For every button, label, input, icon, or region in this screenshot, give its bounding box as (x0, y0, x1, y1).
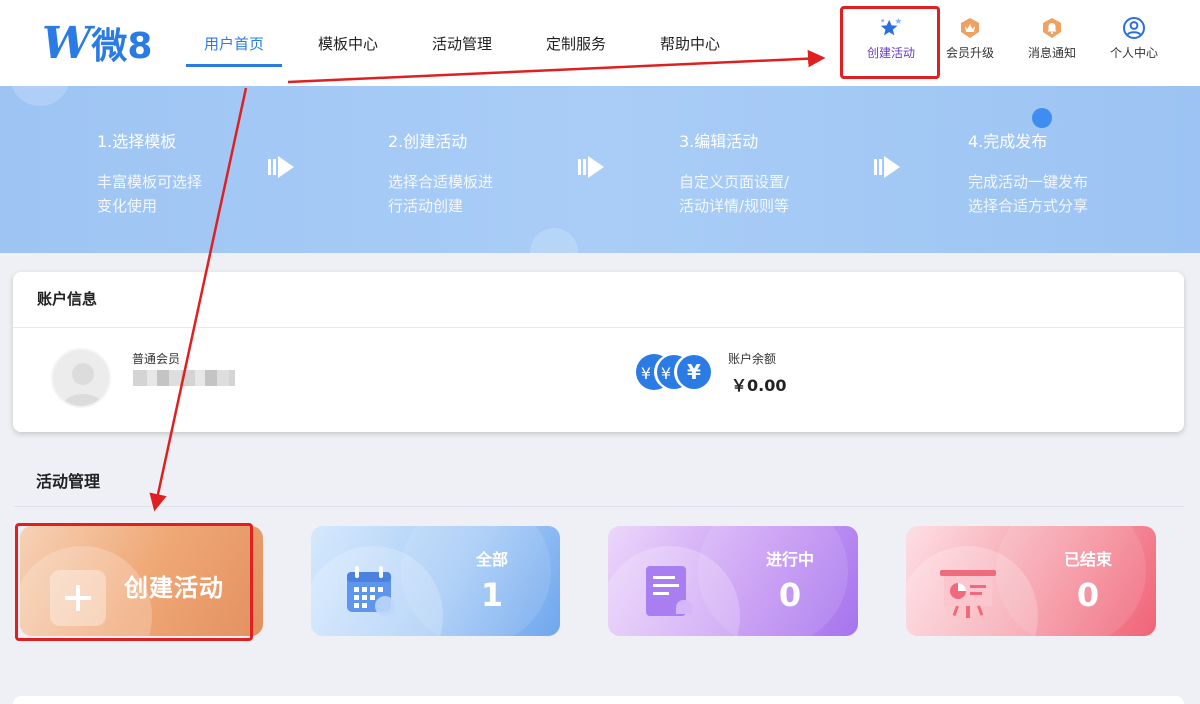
all-activities-tile[interactable]: 全部 1 (311, 526, 560, 636)
logo[interactable]: W 微8 (42, 17, 153, 69)
balance-value: ￥0.00 (731, 376, 787, 395)
create-activity-tile[interactable]: 创建活动 (20, 526, 263, 636)
notification-button[interactable]: 消息通知 (1012, 16, 1092, 72)
nav-item-home[interactable]: 用户首页 (186, 0, 282, 86)
step-desc-line1: 丰富模板可选择 (97, 173, 203, 191)
all-activities-count: 1 (480, 576, 504, 614)
step-desc-line1: 选择合适模板进 (388, 173, 494, 191)
calendar-icon (347, 566, 395, 616)
account-info-card: 账户信息 普通会员 ¥ ¥ ¥ 账户余额 ￥0.00 (13, 272, 1184, 432)
nav-item-help[interactable]: 帮助中心 (640, 0, 740, 86)
step-title: 1.选择模板 (97, 132, 177, 151)
coins-icon: ¥ ¥ ¥ (636, 354, 711, 390)
balance-label: 账户余额 (728, 352, 777, 366)
avatar[interactable] (51, 348, 111, 408)
step-desc-line2: 选择合适方式分享 (968, 197, 1089, 215)
nav-item-activity[interactable]: 活动管理 (412, 0, 512, 86)
running-activities-count: 0 (778, 576, 802, 614)
document-bell-icon (646, 566, 692, 616)
create-activity-button[interactable]: 创建活动 (851, 16, 931, 72)
step-2: 2.创建活动 选择合适模板进 行活动创建 (388, 128, 493, 218)
member-upgrade-button[interactable]: 会员升级 (930, 16, 1010, 72)
step-1: 1.选择模板 丰富模板可选择 变化使用 (97, 128, 202, 218)
step-title: 2.创建活动 (388, 132, 468, 151)
profile-label: 个人中心 (1109, 46, 1158, 60)
user-circle-icon (1122, 16, 1146, 40)
star-icon (879, 16, 903, 40)
step-title: 4.完成发布 (968, 132, 1048, 151)
plus-icon (50, 570, 106, 626)
logo-letter: W (42, 17, 91, 69)
create-activity-tile-label: 创建活动 (124, 574, 224, 602)
coin-symbol: ¥ (641, 364, 651, 383)
coin-symbol: ¥ (661, 364, 671, 383)
coin-symbol: ¥ (687, 360, 701, 384)
step-desc-line2: 行活动创建 (388, 197, 464, 215)
nav-item-templates[interactable]: 模板中心 (288, 0, 408, 86)
step-3: 3.编辑活动 自定义页面设置/ 活动详情/规则等 (679, 128, 789, 218)
ended-activities-count: 0 (1076, 576, 1100, 614)
step-arrow-icon (874, 156, 900, 178)
logo-text: 微8 (91, 26, 153, 67)
main-nav: 用户首页 模板中心 活动管理 定制服务 帮助中心 (186, 0, 740, 86)
step-arrow-icon (268, 156, 294, 178)
step-4: 4.完成发布 完成活动一键发布 选择合适方式分享 (968, 128, 1088, 218)
ended-activities-tile[interactable]: 已结束 0 (906, 526, 1156, 636)
avatar-placeholder-icon (63, 363, 103, 406)
activity-section-title: 活动管理 (36, 472, 101, 491)
bell-badge-icon (1040, 16, 1064, 40)
step-desc-line1: 自定义页面设置/ (679, 173, 790, 191)
presentation-board-icon (940, 570, 996, 618)
member-level-label: 普通会员 (132, 352, 181, 366)
profile-button[interactable]: 个人中心 (1094, 16, 1174, 72)
account-info-title: 账户信息 (37, 290, 98, 308)
ended-activities-label: 已结束 (1063, 550, 1112, 569)
step-desc-line1: 完成活动一键发布 (968, 173, 1089, 191)
divider (13, 506, 1184, 507)
username-redacted (133, 370, 235, 386)
member-upgrade-label: 会员升级 (945, 46, 994, 60)
steps-banner: 1.选择模板 丰富模板可选择 变化使用 2.创建活动 选择合适模板进 行活动创建… (0, 86, 1200, 253)
next-card-edge (13, 696, 1184, 704)
banner-bubble (10, 86, 70, 106)
top-header: W 微8 用户首页 模板中心 活动管理 定制服务 帮助中心 创建活动 会员升级 … (0, 0, 1200, 86)
banner-bubble (530, 228, 578, 253)
step-desc-line2: 变化使用 (97, 197, 158, 215)
running-activities-label: 进行中 (765, 550, 814, 569)
nav-item-custom[interactable]: 定制服务 (516, 0, 636, 86)
step-arrow-icon (578, 156, 604, 178)
notification-label: 消息通知 (1027, 46, 1076, 60)
banner-dot (1032, 108, 1052, 128)
create-activity-label: 创建活动 (866, 46, 915, 60)
step-desc-line2: 活动详情/规则等 (679, 197, 790, 215)
step-title: 3.编辑活动 (679, 132, 759, 151)
divider (13, 327, 1184, 328)
running-activities-tile[interactable]: 进行中 0 (608, 526, 858, 636)
all-activities-label: 全部 (475, 550, 508, 569)
crown-badge-icon (958, 16, 982, 40)
